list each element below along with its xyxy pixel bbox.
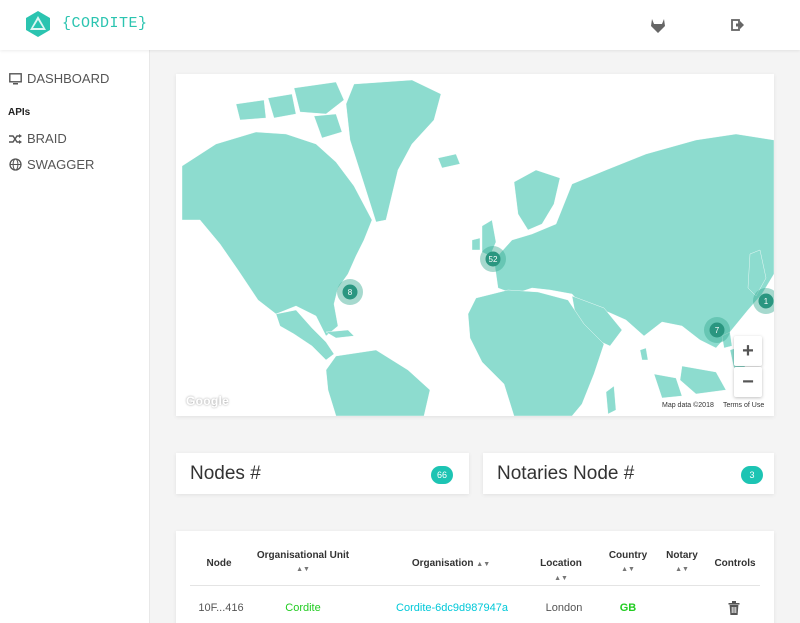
nodes-title: Nodes #: [190, 463, 261, 484]
notaries-card: Notaries Node # 3: [483, 453, 774, 494]
column-header-label: Country: [608, 550, 648, 561]
column-header-organisation[interactable]: Organisation ▲▼: [396, 557, 506, 572]
notaries-count-badge: 3: [741, 466, 763, 484]
world-map[interactable]: 8 52 7 1: [176, 74, 774, 416]
column-header-label: Organisation: [411, 558, 474, 569]
terms-of-use-link[interactable]: Terms of Use: [721, 402, 767, 409]
sidebar-item-swagger[interactable]: SWAGGER: [8, 157, 94, 172]
map-card[interactable]: 8 52 7 1 + − Google Map data ©2018 Terms…: [176, 74, 774, 416]
column-header-label: Organisational Unit: [256, 550, 350, 561]
column-header-notary[interactable]: Notary ▲▼: [660, 549, 704, 577]
column-header-node: Node: [206, 558, 232, 569]
sort-icon[interactable]: ▲▼: [660, 563, 704, 577]
nodes-card: Nodes # 66: [176, 453, 469, 494]
column-header-country[interactable]: Country ▲▼: [604, 549, 652, 577]
sort-icon[interactable]: ▲▼: [476, 561, 490, 568]
trash-icon[interactable]: [724, 601, 744, 618]
apis-heading: APIs: [8, 107, 31, 118]
shuffle-icon: [8, 132, 22, 146]
cell-location: London: [545, 602, 583, 614]
globe-icon: [8, 158, 22, 172]
sort-icon[interactable]: ▲▼: [554, 575, 568, 582]
cluster-label: 8: [348, 288, 353, 297]
nodes-count-badge: 66: [431, 466, 454, 484]
cluster-label: 1: [764, 297, 769, 306]
top-bar: {CORDITE}: [0, 0, 800, 50]
zoom-out-button[interactable]: −: [734, 367, 762, 397]
monitor-icon: [8, 72, 22, 86]
cluster-label: 7: [715, 326, 720, 335]
column-header-org-unit[interactable]: Organisational Unit ▲▼: [250, 549, 356, 577]
map-data-attribution: Map data ©2018: [660, 402, 716, 409]
column-header-location[interactable]: Location ▲▼: [532, 557, 590, 586]
brand-name[interactable]: {CORDITE}: [62, 15, 148, 32]
sidebar-item-label: DASHBOARD: [27, 71, 110, 86]
cordite-logo: [26, 11, 50, 37]
header-divider: [190, 585, 760, 586]
sidebar-item-label: BRAID: [27, 131, 67, 146]
column-header-controls: Controls: [714, 558, 756, 569]
sign-out-icon[interactable]: [728, 15, 748, 35]
sort-icon[interactable]: ▲▼: [604, 563, 652, 577]
cell-organisation[interactable]: Cordite-6dc9d987947a: [372, 602, 532, 614]
sidebar: DASHBOARD APIs BRAID SWAGGER: [0, 50, 150, 623]
sort-icon[interactable]: ▲▼: [250, 563, 356, 577]
sidebar-item-label: SWAGGER: [27, 157, 95, 172]
column-header-label: Location: [540, 558, 582, 569]
column-header-label: Notary: [666, 550, 698, 561]
google-logo[interactable]: Google: [186, 394, 229, 408]
zoom-in-button[interactable]: +: [734, 336, 762, 366]
cell-org-unit: Cordite: [285, 602, 321, 614]
notaries-title: Notaries Node #: [497, 463, 635, 484]
cluster-label: 52: [489, 255, 498, 264]
sidebar-item-braid[interactable]: BRAID: [8, 131, 67, 146]
nodes-table: Node Organisational Unit ▲▼ Organisation…: [176, 531, 774, 623]
gitlab-icon[interactable]: [648, 15, 668, 35]
cell-node: 10F...416: [198, 602, 244, 614]
cell-country: GB: [619, 602, 637, 614]
sidebar-item-dashboard[interactable]: DASHBOARD: [8, 71, 109, 86]
